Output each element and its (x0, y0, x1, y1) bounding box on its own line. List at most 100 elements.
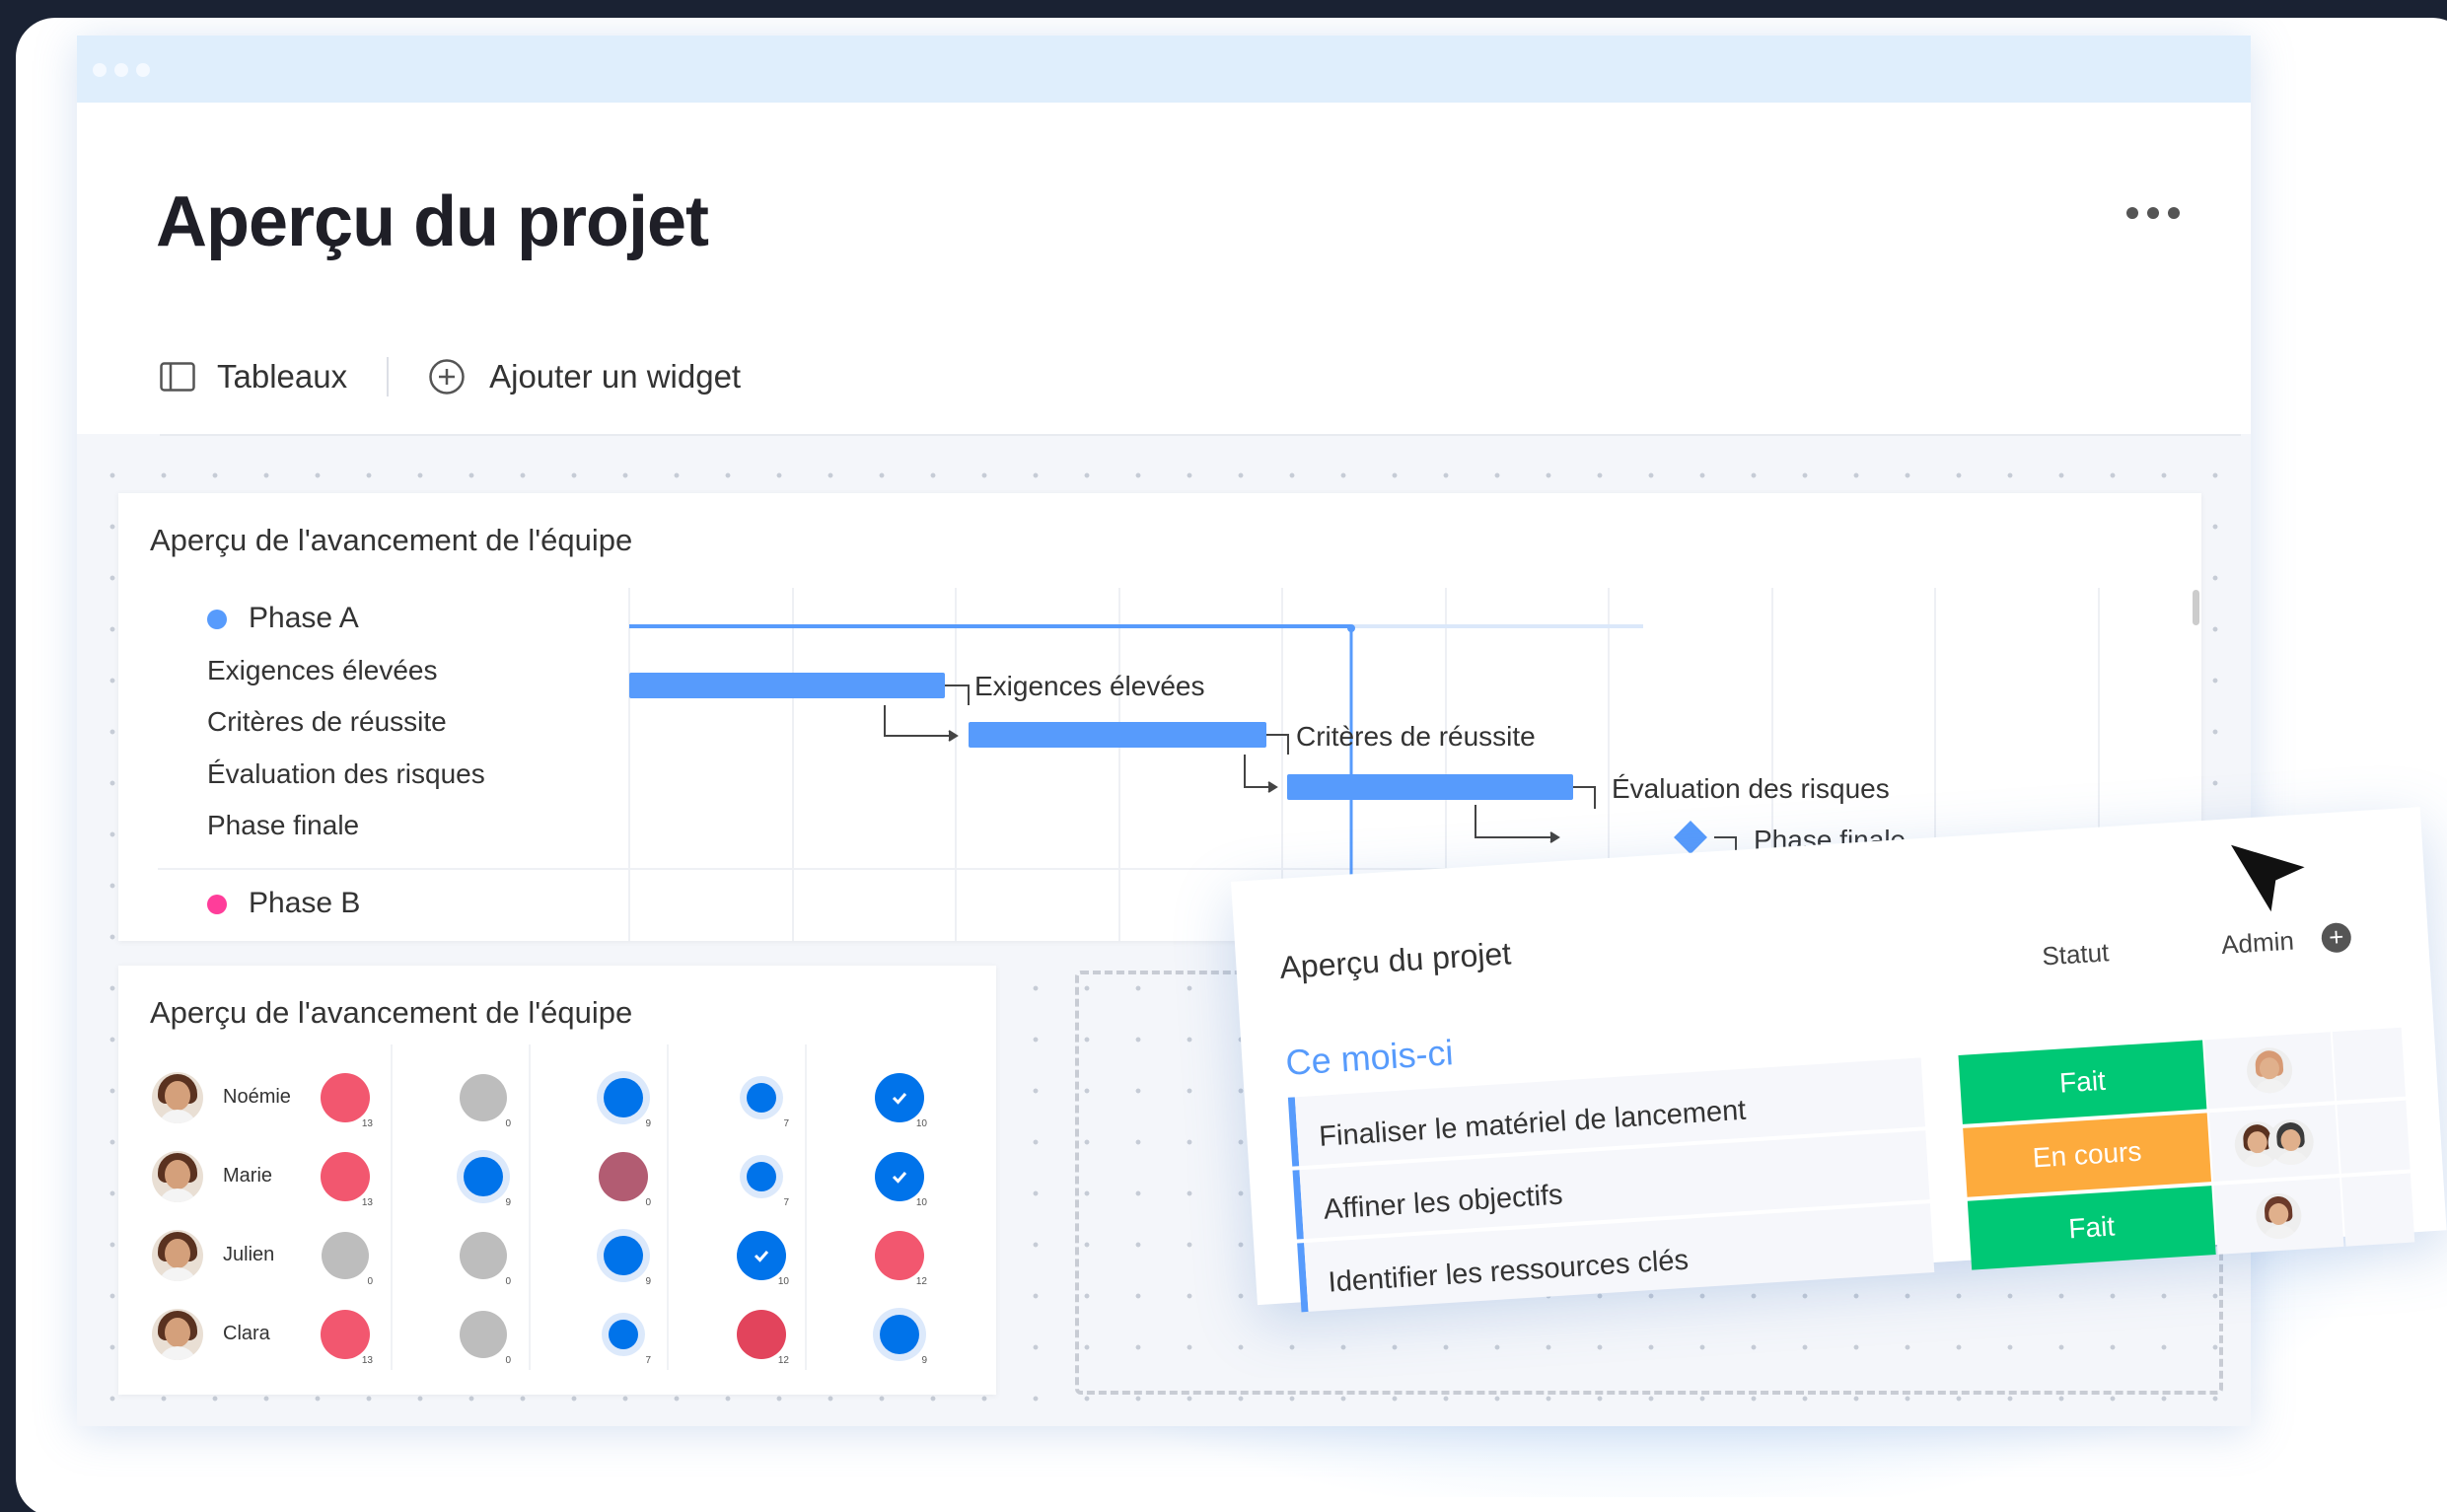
cell-count: 9 (921, 1355, 927, 1366)
progress-cell[interactable]: 12 (736, 1309, 789, 1366)
cell-count: 0 (645, 1197, 651, 1208)
progress-cell[interactable]: 13 (320, 1151, 373, 1208)
gantt-bar-label: Critères de réussite (1296, 721, 1536, 752)
avatar[interactable] (2254, 1191, 2303, 1241)
progress-cell[interactable]: 7 (598, 1309, 651, 1366)
person-row[interactable]: Marie 13 9 0 7 10 (152, 1151, 961, 1208)
progress-cell[interactable]: 0 (458, 1309, 511, 1366)
status-dot-icon (460, 1074, 507, 1121)
admin-cell[interactable] (2204, 1032, 2336, 1110)
admin-cell[interactable] (2208, 1105, 2339, 1183)
status-dot-icon (460, 1311, 507, 1358)
status-dot-icon (604, 1236, 643, 1275)
admin-cell[interactable] (2213, 1178, 2344, 1255)
status-dot-icon (880, 1315, 919, 1354)
cell-count: 13 (361, 1118, 373, 1129)
progress-cell[interactable]: 9 (598, 1072, 651, 1129)
progress-cell[interactable]: 9 (458, 1151, 511, 1208)
gantt-bar-labels: Exigences élevées Critères de réussite É… (974, 671, 1906, 855)
avatar[interactable] (152, 1230, 203, 1281)
progress-cell[interactable]: 13 (320, 1309, 373, 1366)
status-dot-icon (747, 1083, 776, 1113)
group-title[interactable]: Ce mois-ci (1284, 1032, 1454, 1084)
more-options-icon[interactable] (2126, 207, 2180, 219)
progress-cell[interactable]: 13 (320, 1072, 373, 1129)
person-name: Marie (223, 1165, 273, 1187)
gantt-bar-criteres (969, 722, 1266, 748)
gantt-bar-label: Évaluation des risques (1612, 773, 1890, 804)
person-row[interactable]: Noémie 13 0 9 7 10 (152, 1072, 961, 1129)
gantt-scrollbar[interactable] (2193, 590, 2199, 625)
progress-cell[interactable]: 7 (736, 1151, 789, 1208)
status-column-header[interactable]: Statut (1952, 932, 2199, 978)
person-name: Julien (223, 1244, 275, 1265)
toolbar-divider (387, 357, 390, 396)
cell-count: 9 (645, 1276, 651, 1287)
progress-cell[interactable]: 9 (874, 1309, 927, 1366)
cell-count: 10 (915, 1118, 927, 1129)
person-name: Noémie (223, 1086, 291, 1108)
status-label[interactable]: En cours (1963, 1113, 2212, 1197)
progress-cell[interactable]: 10 (736, 1230, 789, 1287)
empty-cell[interactable] (2332, 1027, 2407, 1102)
status-dot-icon (875, 1231, 924, 1280)
progress-cell[interactable]: 7 (736, 1072, 789, 1129)
progress-cell[interactable]: 12 (874, 1230, 927, 1287)
progress-cell[interactable]: 10 (874, 1072, 927, 1129)
status-dot-icon (747, 1162, 776, 1191)
status-dot-icon (604, 1078, 643, 1117)
person-row[interactable]: Julien 0 0 9 10 12 (152, 1230, 961, 1287)
progress-cell[interactable]: 0 (458, 1230, 511, 1287)
column-divider (667, 1044, 669, 1370)
person-row[interactable]: Clara 13 0 7 12 9 (152, 1309, 961, 1366)
add-column-icon[interactable]: + (2320, 921, 2352, 954)
window-maximize-dot[interactable] (136, 63, 150, 77)
status-dot-icon (460, 1232, 507, 1279)
add-circle-icon[interactable] (428, 358, 466, 396)
cell-count: 9 (505, 1197, 511, 1208)
board-icon (160, 362, 195, 392)
avatar[interactable] (152, 1072, 203, 1123)
toolbar: Tableaux Ajouter un widget (160, 357, 741, 396)
admin-column-header[interactable]: Admin (2197, 924, 2318, 962)
cell-count: 0 (367, 1276, 373, 1287)
team-progress-title: Aperçu de l'avancement de l'équipe (150, 995, 633, 1030)
status-dot-icon (321, 1073, 370, 1122)
status-dot-icon (322, 1232, 369, 1279)
check-icon (737, 1231, 786, 1280)
window-close-dot[interactable] (93, 63, 107, 77)
boards-button[interactable]: Tableaux (217, 358, 347, 396)
avatar[interactable] (152, 1309, 203, 1360)
column-divider (391, 1044, 393, 1370)
progress-cell[interactable]: 9 (598, 1230, 651, 1287)
progress-cell[interactable]: 0 (320, 1230, 373, 1287)
empty-cell[interactable] (2337, 1100, 2411, 1174)
gantt-bar-evaluation (1287, 774, 1573, 800)
status-dot-icon (609, 1320, 638, 1349)
cell-count: 10 (777, 1276, 789, 1287)
progress-cell[interactable]: 10 (874, 1151, 927, 1208)
progress-cell[interactable]: 0 (598, 1151, 651, 1208)
gantt-milestone-phase-finale (1674, 821, 1707, 854)
cell-count: 7 (645, 1355, 651, 1366)
gantt-bar-label: Exigences élevées (974, 671, 1204, 701)
project-card-title: Aperçu du projet (1278, 935, 1513, 986)
add-widget-button[interactable]: Ajouter un widget (489, 358, 741, 396)
cell-count: 0 (505, 1118, 511, 1129)
cell-count: 13 (361, 1355, 373, 1366)
cell-count: 12 (777, 1355, 789, 1366)
window-minimize-dot[interactable] (114, 63, 128, 77)
team-progress-widget[interactable]: Aperçu de l'avancement de l'équipe Noémi… (118, 966, 996, 1395)
column-divider (529, 1044, 531, 1370)
today-marker-dot (1347, 624, 1355, 632)
empty-cell[interactable] (2341, 1173, 2415, 1247)
status-label[interactable]: Fait (1967, 1186, 2216, 1270)
status-label[interactable]: Fait (1958, 1040, 2207, 1124)
cell-count: 7 (783, 1118, 789, 1129)
avatar[interactable] (2245, 1045, 2294, 1095)
cell-count: 0 (505, 1355, 511, 1366)
column-divider (805, 1044, 807, 1370)
cell-count: 12 (915, 1276, 927, 1287)
progress-cell[interactable]: 0 (458, 1072, 511, 1129)
avatar[interactable] (152, 1151, 203, 1202)
